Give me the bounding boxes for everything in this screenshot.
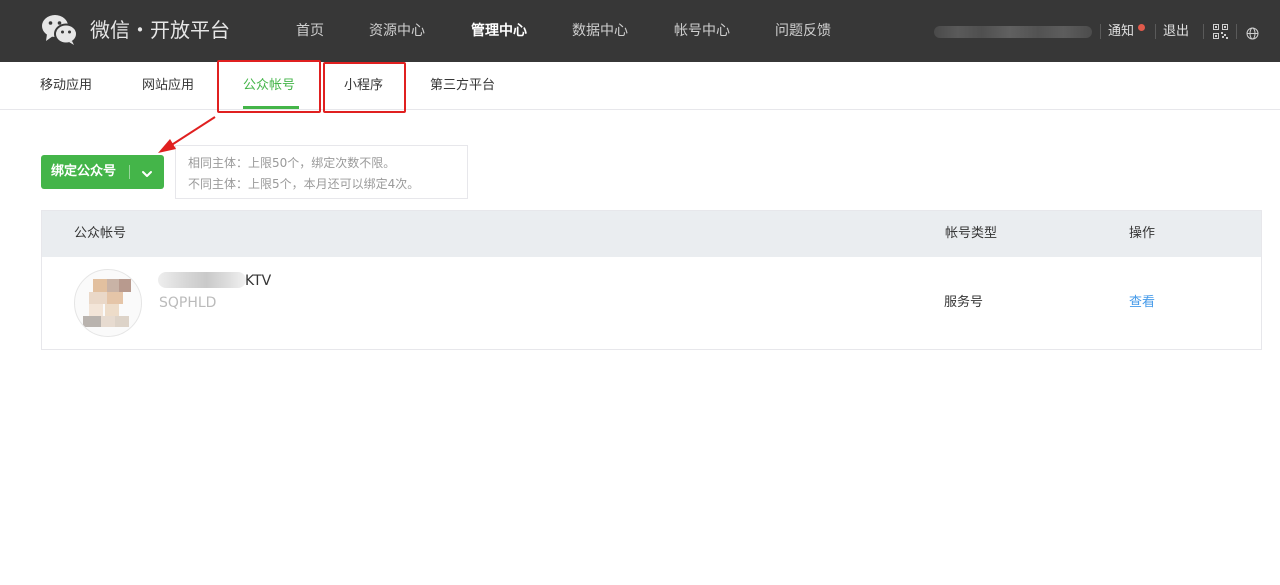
chevron-down-icon[interactable] — [141, 165, 153, 184]
avatar — [74, 269, 142, 337]
tab-mobile-app[interactable]: 移动应用 — [40, 76, 92, 96]
user-name-blurred[interactable] — [934, 26, 1092, 38]
table-row: KTV SQPHLD 服务号 查看 — [42, 257, 1261, 349]
header-divider — [1100, 24, 1101, 39]
table-header: 公众帐号 帐号类型 操作 — [42, 211, 1261, 257]
account-type: 服务号 — [944, 295, 984, 310]
nav-data-center[interactable]: 数据中心 — [572, 20, 628, 42]
nav-management-center[interactable]: 管理中心 — [471, 20, 527, 42]
logo[interactable]: 微信・开放平台 — [41, 14, 230, 46]
header-actions: 操作 — [1129, 226, 1156, 241]
nav-feedback[interactable]: 问题反馈 — [775, 20, 831, 42]
account-name-suffix: KTV — [245, 273, 272, 289]
notice-link[interactable]: 通知 — [1108, 21, 1134, 43]
bind-official-account-button[interactable]: 绑定公众号 — [41, 155, 164, 189]
logo-text: 微信・开放平台 — [90, 18, 230, 42]
tip-different-entity: 不同主体：上限5个，本月还可以绑定4次。 — [188, 177, 420, 191]
logout-link[interactable]: 退出 — [1163, 21, 1189, 43]
account-name-blurred — [158, 272, 246, 288]
view-link[interactable]: 查看 — [1129, 293, 1155, 313]
header-official-account: 公众帐号 — [74, 226, 127, 241]
notice-badge — [1138, 24, 1145, 31]
bind-limit-tip: 相同主体：上限50个，绑定次数不限。 不同主体：上限5个，本月还可以绑定4次。 — [175, 145, 468, 199]
bind-button-label: 绑定公众号 — [51, 164, 117, 179]
nav-home[interactable]: 首页 — [296, 20, 324, 42]
header-divider — [1236, 24, 1237, 39]
highlight-box-mini-program — [323, 62, 406, 113]
header-divider — [1155, 24, 1156, 39]
nav-resource-center[interactable]: 资源中心 — [369, 20, 425, 42]
top-header: 微信・开放平台 首页 资源中心 管理中心 数据中心 帐号中心 问题反馈 通知 退… — [0, 0, 1280, 62]
wechat-logo-icon — [41, 14, 78, 46]
header-divider — [1203, 24, 1204, 39]
tab-third-party-platform[interactable]: 第三方平台 — [430, 76, 495, 96]
account-id: SQPHLD — [159, 295, 217, 311]
tip-same-entity: 相同主体：上限50个，绑定次数不限。 — [188, 156, 396, 170]
official-account-table: 公众帐号 帐号类型 操作 KTV SQPHLD 服务号 查看 — [41, 210, 1262, 350]
sub-tabs: 移动应用 网站应用 公众帐号 小程序 第三方平台 — [0, 62, 1280, 110]
qrcode-icon[interactable] — [1213, 24, 1228, 43]
nav-account-center[interactable]: 帐号中心 — [674, 20, 730, 42]
highlight-box-official-account — [217, 60, 321, 113]
tab-website-app[interactable]: 网站应用 — [142, 76, 194, 96]
globe-icon[interactable] — [1246, 25, 1259, 44]
button-divider — [129, 165, 130, 179]
header-account-type: 帐号类型 — [945, 226, 998, 241]
